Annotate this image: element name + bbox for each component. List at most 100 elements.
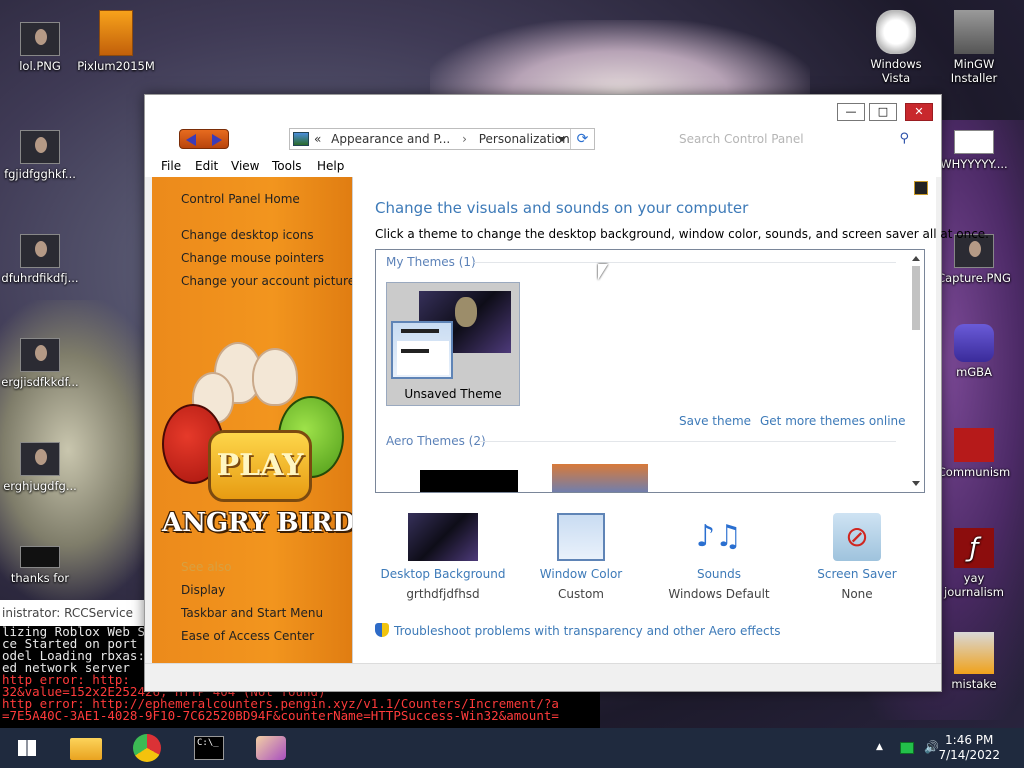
desktop-icon-erghjugdfg[interactable]: erghjugdfg... bbox=[0, 442, 80, 493]
taskbar-start-menu-link[interactable]: Taskbar and Start Menu bbox=[181, 606, 323, 620]
control-panel-home-link[interactable]: Control Panel Home bbox=[181, 192, 300, 206]
ease-of-access-link[interactable]: Ease of Access Center bbox=[181, 629, 314, 643]
change-mouse-pointers-link[interactable]: Change mouse pointers bbox=[181, 251, 324, 265]
taskbar-paint[interactable] bbox=[248, 732, 294, 764]
scroll-up-icon[interactable] bbox=[912, 256, 920, 261]
scroll-down-icon[interactable] bbox=[912, 481, 920, 486]
screen-saver-setting[interactable]: ⊘ Screen Saver None bbox=[787, 513, 927, 601]
desktop-icon-label: mistake bbox=[951, 677, 997, 691]
menu-file[interactable]: File bbox=[161, 159, 181, 173]
setting-title: Sounds bbox=[696, 567, 742, 581]
desktop-icon-lol[interactable]: lol.PNG bbox=[0, 22, 80, 73]
refresh-icon[interactable]: ⟳ bbox=[570, 129, 594, 149]
desktop-icon-label: ergjisdfkkdf... bbox=[1, 375, 79, 389]
address-overflow[interactable]: « bbox=[314, 132, 321, 146]
theme-aero-landscape[interactable] bbox=[552, 464, 648, 492]
theme-aero-dark[interactable] bbox=[420, 470, 518, 492]
image-file-icon bbox=[20, 338, 60, 372]
taskbar-file-explorer[interactable] bbox=[62, 732, 108, 764]
tray-expand-icon[interactable]: ▲ bbox=[876, 742, 883, 752]
back-arrow-icon[interactable] bbox=[186, 134, 196, 146]
chrome-icon bbox=[133, 734, 161, 762]
change-desktop-icons-link[interactable]: Change desktop icons bbox=[181, 228, 314, 242]
mouse-cursor-icon bbox=[598, 264, 608, 280]
setting-value: None bbox=[841, 587, 873, 601]
desktop-icon-pixlum[interactable]: Pixlum2015M bbox=[76, 10, 156, 73]
network-icon[interactable] bbox=[900, 742, 914, 754]
setting-title: Screen Saver bbox=[817, 567, 897, 581]
desktop-icon-label: Capture.PNG bbox=[937, 271, 1011, 285]
menu-view[interactable]: View bbox=[231, 159, 259, 173]
desktop-icon-mgba[interactable]: mGBA bbox=[934, 324, 1014, 379]
desktop-icon-label: Pixlum2015M bbox=[77, 59, 155, 73]
breadcrumb-appearance[interactable]: Appearance and P... bbox=[331, 132, 450, 146]
search-icon[interactable]: ⚲ bbox=[899, 128, 909, 150]
theme-list[interactable]: My Themes (1) Unsaved Theme Save theme G… bbox=[375, 249, 925, 493]
desktop-icon-ergjisdfkkdf[interactable]: ergjisdfkkdf... bbox=[0, 338, 80, 389]
windows-logo-icon bbox=[18, 740, 36, 756]
desktop-background-setting[interactable]: Desktop Background grthdfjdfhsd bbox=[373, 513, 513, 601]
control-panel-icon bbox=[293, 132, 309, 146]
divider bbox=[474, 262, 896, 263]
communism-icon bbox=[954, 428, 994, 462]
taskbar-console[interactable]: C:\_ bbox=[186, 732, 232, 764]
desktop-icon-thanks-for[interactable]: thanks for bbox=[0, 546, 80, 585]
theme-list-scrollbar[interactable] bbox=[908, 250, 924, 492]
desktop-background-icon bbox=[408, 513, 478, 561]
desktop-icon-capture[interactable]: Capture.PNG bbox=[934, 234, 1014, 285]
maximize-button[interactable]: □ bbox=[869, 103, 897, 121]
theme-unsaved[interactable]: Unsaved Theme bbox=[386, 282, 520, 406]
troubleshoot-link[interactable]: Troubleshoot problems with transparency … bbox=[375, 623, 781, 638]
minimize-button[interactable]: — bbox=[837, 103, 865, 121]
flash-icon: ƒ bbox=[954, 528, 994, 568]
help-icon[interactable] bbox=[914, 181, 928, 195]
desktop-icon-mistake[interactable]: mistake bbox=[934, 632, 1014, 691]
desktop-icon-label: erghjugdfg... bbox=[3, 479, 77, 493]
gba-icon bbox=[954, 324, 994, 362]
start-button[interactable] bbox=[4, 732, 50, 764]
image-file-icon bbox=[954, 130, 994, 154]
taskbar-chrome[interactable] bbox=[124, 732, 170, 764]
chevron-down-icon[interactable] bbox=[558, 137, 566, 142]
menu-edit[interactable]: Edit bbox=[195, 159, 218, 173]
save-theme-link[interactable]: Save theme bbox=[679, 414, 751, 428]
breadcrumb-personalization[interactable]: Personalization bbox=[479, 132, 570, 146]
get-more-themes-link[interactable]: Get more themes online bbox=[760, 414, 906, 428]
desktop-icon-dfuhrdfikdfj[interactable]: dfuhrdfikdfj... bbox=[0, 234, 80, 285]
forward-arrow-icon[interactable] bbox=[212, 134, 222, 146]
display-link[interactable]: Display bbox=[181, 583, 225, 597]
close-button[interactable]: ✕ bbox=[905, 103, 933, 121]
main-pane: Change the visuals and sounds on your co… bbox=[352, 177, 989, 663]
desktop-icon-fgjidfgghkf[interactable]: fgjidfgghkf... bbox=[0, 130, 80, 181]
change-account-picture-link[interactable]: Change your account picture bbox=[181, 274, 355, 288]
setting-value: grthdfjdfhsd bbox=[406, 587, 480, 601]
title-bar[interactable]: — □ ✕ bbox=[145, 95, 941, 125]
angry-birds-ad[interactable]: PLAY ANGRY BIRDS bbox=[162, 342, 374, 552]
image-file-icon bbox=[20, 442, 60, 476]
taskbar: C:\_ ▲ 🔊 1:46 PM 7/14/2022 bbox=[0, 728, 1024, 768]
clock-date: 7/14/2022 bbox=[938, 748, 1000, 762]
status-bar bbox=[145, 663, 941, 691]
desktop-icon-communism[interactable]: Communism bbox=[934, 428, 1014, 479]
menu-bar: File Edit View Tools Help bbox=[145, 155, 941, 177]
page-description: Click a theme to change the desktop back… bbox=[375, 227, 989, 241]
image-file-icon bbox=[20, 22, 60, 56]
window-color-icon bbox=[557, 513, 605, 561]
desktop-icon-whyyyyy[interactable]: WHYYYYY.... bbox=[934, 130, 1014, 171]
desktop-icon-label: dfuhrdfikdfj... bbox=[1, 271, 79, 285]
menu-tools[interactable]: Tools bbox=[272, 159, 302, 173]
desktop-icon-label: fgjidfgghkf... bbox=[4, 167, 76, 181]
volume-icon[interactable]: 🔊 bbox=[924, 740, 939, 754]
menu-help[interactable]: Help bbox=[317, 159, 344, 173]
desktop-icon-mingw[interactable]: MinGW Installer bbox=[934, 10, 1014, 85]
sounds-setting[interactable]: ♪♫ Sounds Windows Default bbox=[649, 513, 789, 601]
navigation-bar: « Appearance and P... › Personalization … bbox=[145, 125, 941, 155]
desktop-icon-yay-journalism[interactable]: ƒ yay journalism bbox=[934, 528, 1014, 599]
desktop-icon-windows-vista[interactable]: Windows Vista bbox=[856, 10, 936, 85]
window-color-setting[interactable]: Window Color Custom bbox=[511, 513, 651, 601]
search-input[interactable]: Search Control Panel ⚲ bbox=[675, 128, 915, 150]
clock[interactable]: 1:46 PM 7/14/2022 bbox=[938, 733, 1000, 763]
scroll-thumb[interactable] bbox=[912, 266, 920, 330]
desktop-icon-label: thanks for bbox=[10, 571, 70, 585]
address-bar[interactable]: « Appearance and P... › Personalization … bbox=[289, 128, 595, 150]
